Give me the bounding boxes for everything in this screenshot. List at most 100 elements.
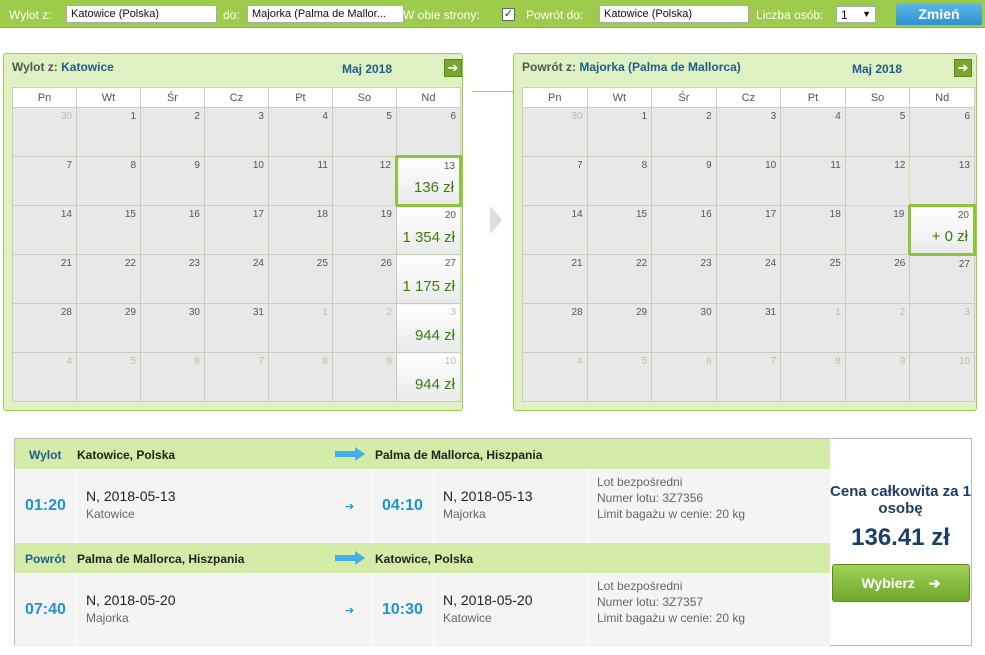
weekday-header: Pn — [522, 87, 588, 108]
calendar-day: 17 — [715, 205, 782, 255]
day-number: 12 — [379, 160, 391, 171]
day-number: 7 — [66, 160, 72, 171]
calendar-day: 29 — [586, 303, 653, 353]
calendar-day: 1 — [76, 107, 141, 157]
arrow-right-icon: ➔ — [345, 501, 355, 513]
calendar-day: 5 — [76, 352, 141, 402]
day-number: 16 — [188, 209, 200, 220]
calendar-day[interactable]: 27 1 175 zł — [395, 254, 462, 304]
arrow-right-icon: ➔ — [345, 605, 355, 617]
arrow-right-icon — [335, 447, 365, 461]
calendar-day[interactable]: 13 136 zł — [394, 155, 463, 207]
calendar-day[interactable]: 20 + 0 zł — [908, 204, 976, 256]
calendar-day: 6 — [651, 352, 717, 402]
both-ways-checkbox[interactable]: ✓ — [502, 8, 515, 21]
arrow-right-icon: ➔ — [928, 575, 941, 591]
change-button[interactable]: Zmień — [896, 3, 982, 25]
departure-time: 01:20 — [25, 497, 66, 514]
day-number: 28 — [571, 307, 583, 318]
arrival-city: Katowice — [443, 611, 492, 625]
calendar-day: 24 — [715, 254, 782, 304]
calendar-day: 22 — [586, 254, 653, 304]
calendar-day: 1 — [780, 303, 846, 353]
day-number: 8 — [130, 160, 136, 171]
day-number: 22 — [636, 258, 648, 269]
calendar-day: 4 — [780, 107, 846, 157]
calendar-day: 2 — [140, 107, 205, 157]
weekday-header: Nd — [909, 87, 975, 108]
weekday-header: Pt — [780, 87, 846, 108]
calendar-day: 21 — [522, 254, 588, 304]
calendar-day: 19 — [331, 205, 397, 255]
return-input[interactable]: Katowice (Polska) — [599, 5, 749, 23]
day-number: 26 — [894, 258, 906, 269]
day-number: 1 — [835, 307, 841, 318]
to-input[interactable]: Majorka (Palma de Mallor... — [247, 5, 404, 23]
calendar-day: 3 — [715, 107, 782, 157]
day-number: 1 — [641, 111, 648, 122]
calendar-title: Powrót z: Majorka (Palma de Mallorca) — [522, 60, 741, 74]
weekday-header: Cz — [715, 87, 782, 108]
departure-date: N, 2018-05-13 — [86, 488, 176, 504]
day-number: 23 — [700, 258, 712, 269]
from-input[interactable]: Katowice (Polska) — [66, 5, 217, 23]
calendar-day[interactable]: 10 944 zł — [395, 352, 462, 402]
calendar-day: 31 — [715, 303, 782, 353]
inbound-details: 07:40 N, 2018-05-20 Majorka ➔ 10:30 N, 2… — [15, 573, 830, 647]
calendar-day: 21 — [12, 254, 77, 304]
day-number: 20 — [957, 210, 969, 221]
calendar-day: 1 — [586, 107, 653, 157]
day-number: 2 — [386, 307, 392, 318]
price-label: Cena całkowita za 1 osobę — [830, 483, 971, 517]
day-number: 24 — [252, 258, 264, 269]
persons-value: 1 — [841, 8, 848, 22]
calendar-day[interactable]: 20 1 354 zł — [395, 205, 462, 255]
calendar-day: 9 — [651, 156, 717, 206]
day-number: 29 — [636, 307, 648, 318]
calendar-day: 22 — [76, 254, 141, 304]
arrival-time: 10:30 — [382, 601, 423, 618]
arrival-time: 04:10 — [382, 497, 423, 514]
day-number: 12 — [894, 160, 906, 171]
day-number: 19 — [893, 209, 905, 220]
calendar-day: 7 — [522, 156, 588, 206]
calendar-day[interactable]: 3 944 zł — [395, 303, 462, 353]
departure-city: Majorka — [86, 611, 129, 625]
day-number: 2 — [706, 111, 712, 122]
calendar-day: 12 — [331, 156, 397, 206]
weekday-header: Wt — [586, 87, 653, 108]
calendar-day: 31 — [203, 303, 269, 353]
next-month-button[interactable]: ➔ — [444, 59, 462, 77]
day-number: 25 — [316, 258, 328, 269]
day-number: 13 — [958, 160, 970, 171]
calendar-day: 7 — [12, 156, 77, 206]
calendar-day: 18 — [780, 205, 846, 255]
calendar-day: 11 — [780, 156, 846, 206]
calendar-day: 30 — [140, 303, 205, 353]
day-price: 944 zł — [414, 376, 455, 393]
to-label: do: — [223, 8, 240, 22]
calendar-day: 17 — [203, 205, 269, 255]
calendar-day: 9 — [844, 352, 911, 402]
day-number: 2 — [194, 111, 200, 122]
arrival-date: N, 2018-05-20 — [443, 592, 533, 608]
select-button[interactable]: Wybierz ➔ — [832, 564, 970, 602]
weekday-header: Wt — [76, 87, 141, 108]
day-number: 19 — [380, 209, 392, 220]
day-number: 22 — [124, 258, 136, 269]
day-number: 21 — [60, 258, 72, 269]
calendar-day: 30 — [522, 107, 588, 157]
day-number: 16 — [700, 209, 712, 220]
day-number: 27 — [958, 259, 970, 270]
calendar-day: 25 — [267, 254, 333, 304]
price-panel: Cena całkowita za 1 osobę 136.41 zł Wybi… — [830, 439, 971, 645]
day-number: 30 — [700, 307, 712, 318]
arrival-city: Majorka — [443, 507, 486, 521]
day-number: 14 — [60, 209, 72, 220]
departure-date: N, 2018-05-20 — [86, 592, 176, 608]
next-month-button[interactable]: ➔ — [954, 59, 972, 77]
persons-select[interactable]: 1 ▼ — [836, 6, 876, 23]
both-ways-label: W obie strony: — [403, 8, 480, 22]
calendar-day: 8 — [76, 156, 141, 206]
day-number: 3 — [450, 307, 456, 318]
